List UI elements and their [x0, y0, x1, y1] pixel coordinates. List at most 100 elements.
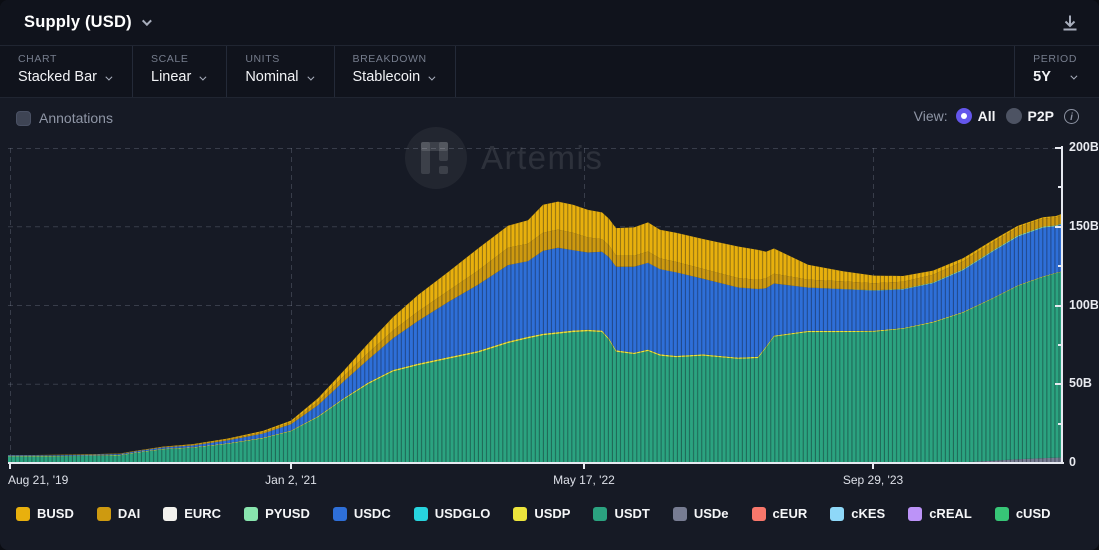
x-axis-label: Aug 21, '19: [8, 473, 69, 487]
legend-item-USDe[interactable]: USDe: [672, 506, 729, 521]
annotations-toggle[interactable]: Annotations: [16, 110, 113, 126]
chevron-down-icon: [199, 73, 207, 81]
legend-swatch: [830, 506, 845, 521]
y-axis-minor-tick: [1058, 186, 1062, 189]
stacked-bar-chart[interactable]: [8, 148, 1063, 463]
y-axis-minor-tick: [1058, 343, 1062, 346]
y-axis-major-tick: [1055, 225, 1062, 228]
chevron-down-icon: [428, 73, 436, 81]
control-dropdown-units[interactable]: UNITS Nominal: [227, 46, 335, 97]
legend-label: USDGLO: [434, 506, 491, 521]
legend-label: cEUR: [772, 506, 808, 521]
x-axis-tick: [290, 464, 292, 469]
chevron-down-icon[interactable]: [141, 16, 152, 27]
view-radio-p2p[interactable]: [1005, 108, 1022, 124]
y-axis-major-tick: [1055, 383, 1062, 386]
legend-swatch: [96, 506, 111, 521]
legend-swatch: [513, 506, 528, 521]
legend-swatch: [16, 506, 30, 521]
y-axis-major-tick: [1055, 462, 1062, 464]
control-value: Linear: [151, 69, 207, 85]
legend-label: DAI: [117, 506, 141, 521]
x-axis-label: May 17, '22: [553, 473, 615, 487]
y-axis-major-tick: [1055, 147, 1062, 149]
y-axis-label: 150B: [1069, 218, 1098, 233]
chevron-down-icon: [306, 73, 314, 81]
legend-item-USDP[interactable]: USDP: [513, 506, 570, 521]
annotations-label: Annotations: [39, 110, 113, 126]
x-axis: Aug 21, '19 Jan 2, '21 May 17, '22 Sep 29, …: [0, 473, 1099, 489]
chart-legend: BUSD DAI EURC PYUSD USDC USDGLO USDP USDT USDe cE…: [16, 506, 1086, 521]
legend-item-USDT[interactable]: USDT: [593, 506, 650, 521]
control-dropdowns: CHART Stacked Bar SCALE Linear UNITS Nominal B…: [0, 46, 457, 97]
legend-swatch: [332, 506, 347, 521]
chevron-down-icon: [105, 73, 113, 81]
download-icon: [1063, 15, 1077, 31]
view-label: View:: [913, 108, 948, 124]
controls-spacer: [456, 46, 1014, 97]
legend-swatch: [672, 506, 687, 521]
control-label: SCALE: [151, 53, 189, 65]
control-dropdown-chart[interactable]: CHART Stacked Bar: [0, 46, 133, 97]
supply-panel: Supply (USD) CHART Stacked Bar SCALE Linear…: [0, 0, 1099, 550]
legend-label: USDT: [614, 506, 650, 521]
y-axis-label: 200B: [1069, 140, 1098, 154]
top-bar: Supply (USD): [0, 0, 1099, 46]
legend-item-cREAL[interactable]: cREAL: [908, 506, 972, 521]
y-axis-minor-tick: [1058, 265, 1062, 268]
control-label: CHART: [18, 53, 57, 65]
legend-swatch: [908, 506, 923, 521]
legend-item-USDC[interactable]: USDC: [332, 506, 391, 521]
control-value: Nominal: [245, 69, 314, 85]
view-radio-all[interactable]: [955, 108, 972, 124]
legend-swatch: [994, 506, 1009, 521]
period-value: 5Y: [1033, 69, 1051, 85]
y-axis-minor-tick: [1058, 422, 1062, 425]
x-axis-tick: [9, 464, 11, 469]
x-axis-tick: [583, 464, 585, 469]
control-dropdown-breakdown[interactable]: BREAKDOWN Stablecoin: [335, 46, 457, 97]
x-axis-line: [8, 462, 1064, 464]
legend-item-PYUSD[interactable]: PYUSD: [244, 506, 310, 521]
x-axis-label: Jan 2, '21: [265, 473, 317, 487]
legend-item-BUSD[interactable]: BUSD: [16, 506, 74, 521]
x-axis-label: Sep 29, '23: [842, 473, 904, 487]
legend-label: cUSD: [1015, 506, 1051, 521]
controls-bar: CHART Stacked Bar SCALE Linear UNITS Nominal B…: [0, 46, 1099, 98]
info-icon[interactable]: i: [1064, 108, 1079, 124]
control-dropdown-scale[interactable]: SCALE Linear: [133, 46, 228, 97]
legend-swatch: [593, 506, 608, 521]
period-dropdown[interactable]: PERIOD 5Y: [1014, 46, 1099, 97]
legend-item-cUSD[interactable]: cUSD: [994, 506, 1051, 521]
view-option-label[interactable]: All: [978, 108, 996, 124]
legend-item-cEUR[interactable]: cEUR: [751, 506, 808, 521]
legend-label: USDe: [693, 506, 729, 521]
annotations-checkbox[interactable]: [16, 110, 31, 126]
legend-item-cKES[interactable]: cKES: [830, 506, 885, 521]
control-value: Stacked Bar: [18, 69, 113, 85]
control-label: UNITS: [245, 53, 280, 65]
legend-label: USDC: [353, 506, 391, 521]
legend-swatch: [244, 506, 259, 521]
y-axis-label: 50B: [1069, 376, 1092, 391]
chevron-down-icon: [1070, 72, 1078, 80]
legend-swatch: [413, 506, 428, 521]
view-switcher: View: All P2P i: [914, 108, 1079, 124]
page-title: Supply (USD): [24, 13, 132, 31]
legend-label: cKES: [851, 506, 886, 521]
view-options: All P2P: [955, 108, 1064, 124]
legend-item-DAI[interactable]: DAI: [96, 506, 141, 521]
control-value: Stablecoin: [353, 69, 436, 85]
legend-item-USDGLO[interactable]: USDGLO: [413, 506, 491, 521]
legend-swatch: [163, 506, 178, 521]
view-option-label[interactable]: P2P: [1028, 108, 1054, 124]
legend-item-EURC[interactable]: EURC: [163, 506, 221, 521]
download-button[interactable]: [1059, 12, 1081, 34]
legend-swatch: [751, 506, 766, 521]
legend-label: BUSD: [37, 506, 74, 521]
legend-label: cREAL: [929, 506, 972, 521]
y-axis-major-tick: [1055, 304, 1062, 307]
sub-bar: Annotations View: All P2P i: [0, 98, 1099, 142]
y-axis-label: 0: [1069, 455, 1076, 469]
legend-label: USDP: [534, 506, 571, 521]
